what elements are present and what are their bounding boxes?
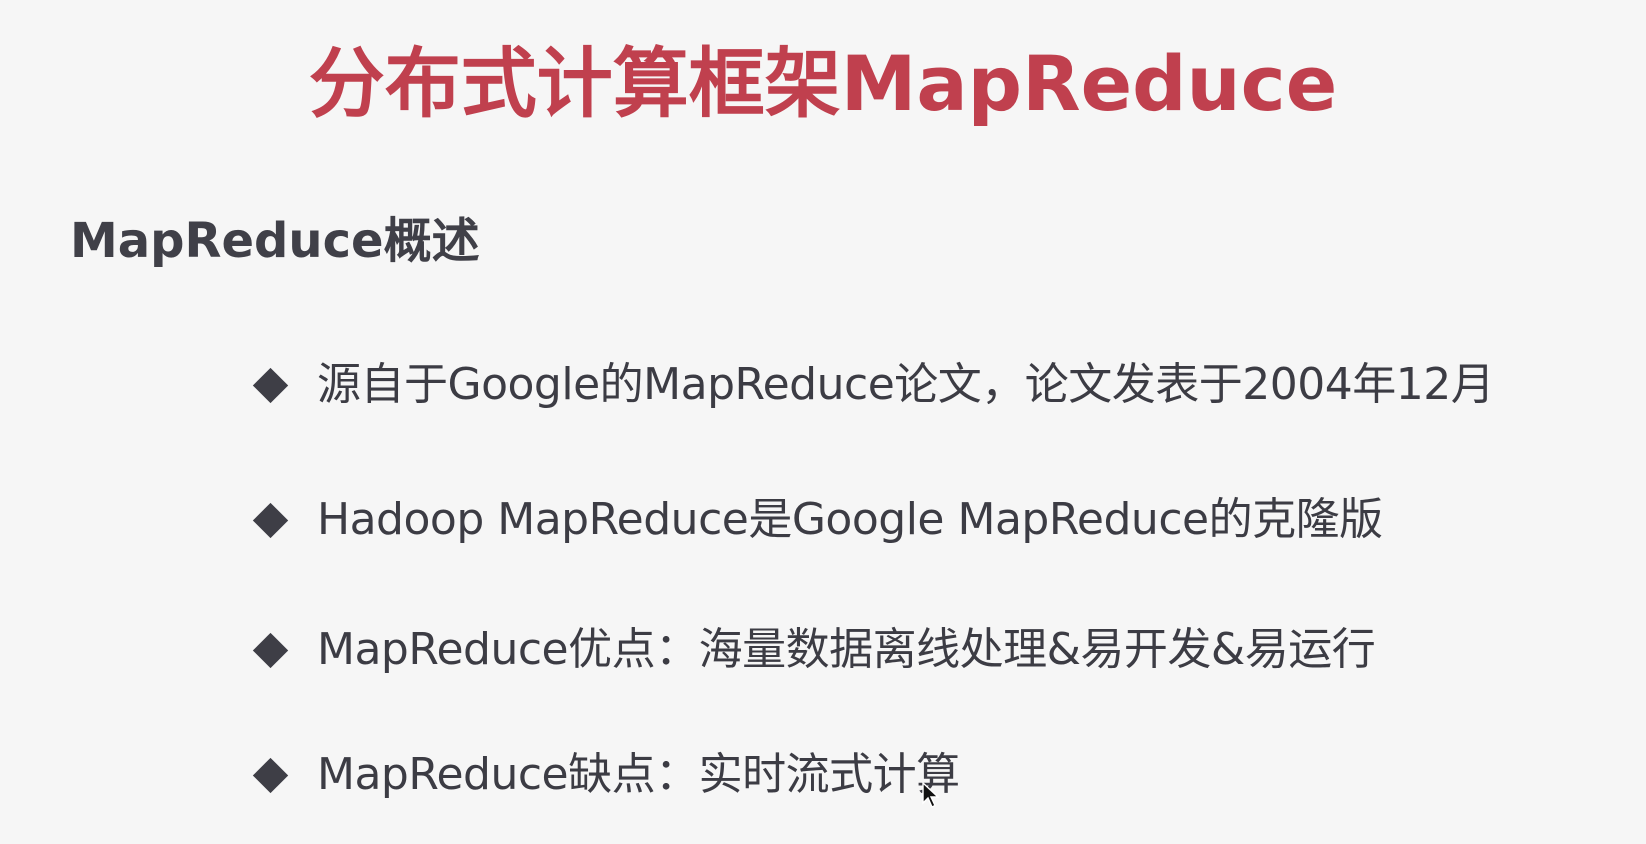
- mouse-pointer-icon: [922, 782, 940, 808]
- diamond-bullet-icon: [252, 502, 289, 538]
- slide-title: 分布式计算框架MapReduce: [308, 39, 1338, 128]
- bullet-item-disadvantages: MapReduce缺点：实时流式计算: [252, 740, 960, 810]
- diamond-bullet-icon: [252, 757, 289, 793]
- diamond-bullet-icon: [252, 367, 289, 403]
- bullet-text-advantages: MapReduce优点：海量数据离线处理&易开发&易运行: [317, 624, 1376, 675]
- bullet-item-advantages: MapReduce优点：海量数据离线处理&易开发&易运行: [252, 615, 1376, 685]
- diamond-bullet-icon: [252, 632, 289, 668]
- bullet-item-hadoop-clone: Hadoop MapReduce是Google MapReduce的克隆版: [252, 485, 1383, 555]
- bullet-text-hadoop-clone: Hadoop MapReduce是Google MapReduce的克隆版: [317, 494, 1383, 545]
- section-heading: MapReduce概述: [70, 213, 480, 269]
- bullet-item-origin: 源自于Google的MapReduce论文，论文发表于2004年12月: [252, 350, 1495, 420]
- presentation-slide: 分布式计算框架MapReduce MapReduce概述 源自于Google的M…: [0, 0, 1646, 844]
- bullet-text-disadvantages: MapReduce缺点：实时流式计算: [317, 749, 960, 800]
- bullet-text-origin: 源自于Google的MapReduce论文，论文发表于2004年12月: [317, 359, 1495, 410]
